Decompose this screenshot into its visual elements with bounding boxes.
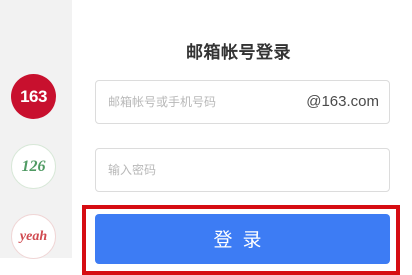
mail-126-logo: 126 [21, 157, 46, 175]
mail-126-tab[interactable]: 126 [11, 144, 56, 189]
domain-suffix: @163.com [306, 93, 379, 110]
password-input[interactable] [96, 149, 389, 191]
mail-163-tab[interactable]: 163 [11, 74, 56, 119]
page-title: 邮箱帐号登录 [186, 43, 291, 63]
mail-yeah-tab[interactable]: yeah [11, 214, 56, 259]
account-field: @163.com [95, 80, 390, 124]
password-field [95, 148, 390, 192]
mail-163-logo: 163 [20, 86, 47, 106]
mail-brand-sidebar: 163 126 yeah [0, 0, 72, 259]
mail-yeah-logo: yeah [19, 228, 48, 244]
highlight-box [82, 205, 400, 275]
